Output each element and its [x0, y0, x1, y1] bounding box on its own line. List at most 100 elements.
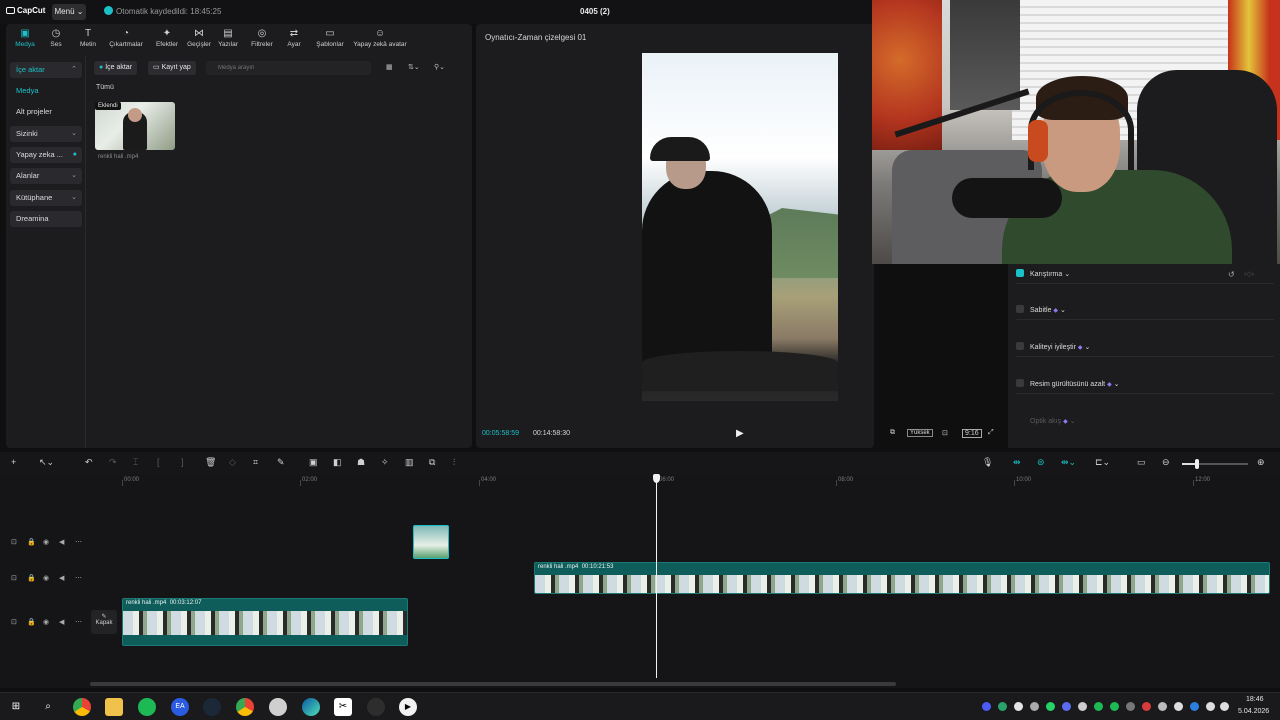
speaker-icon[interactable]: ◀: [59, 618, 64, 626]
more-icon[interactable]: ⋯: [75, 574, 82, 582]
tray-app-icon[interactable]: [1030, 702, 1039, 711]
checkbox[interactable]: [1016, 305, 1024, 313]
checkbox-checked[interactable]: [1016, 269, 1024, 277]
menu-button[interactable]: Menü ⌄: [52, 4, 86, 20]
sidebar-item-spaces[interactable]: Alanlar ⌄: [10, 168, 82, 184]
zoom-out-icon[interactable]: ⊖: [1162, 457, 1170, 468]
tab-media[interactable]: ▣ Medya: [10, 28, 40, 48]
prop-enhance-quality[interactable]: Kaliteyi iyileştir ◆ ⌄: [1016, 339, 1274, 357]
audio-wave-icon[interactable]: ⫶: [453, 457, 455, 468]
tab-transitions[interactable]: ⋈ Geçişler: [182, 28, 216, 48]
lock-icon[interactable]: 🔒: [27, 538, 36, 546]
tray-app-icon[interactable]: [998, 702, 1007, 711]
caption-icon[interactable]: ▭: [1137, 457, 1146, 468]
eye-icon[interactable]: ◉: [43, 618, 49, 626]
speed-icon[interactable]: ✎: [277, 457, 285, 468]
timeline-clip[interactable]: renkli hali .mp4 00:03:12:07: [122, 598, 408, 646]
playhead-handle[interactable]: [653, 474, 660, 483]
media-search-input[interactable]: [206, 61, 371, 75]
grid-view-icon[interactable]: ▦: [386, 63, 393, 71]
capcut-icon[interactable]: ✂: [334, 698, 352, 716]
chrome-alt-icon[interactable]: [269, 698, 287, 716]
steam-icon[interactable]: [203, 698, 221, 716]
filter-icon[interactable]: ⚲⌄: [434, 63, 445, 71]
eye-icon[interactable]: ◉: [43, 574, 49, 582]
sidebar-item-yours[interactable]: Sizinki ⌄: [10, 126, 82, 142]
spotify-icon[interactable]: [138, 698, 156, 716]
tab-templates[interactable]: ▭ Şablonlar: [310, 28, 350, 48]
zoom-in-icon[interactable]: ⊕: [1257, 457, 1265, 468]
sidebar-item-subprojects[interactable]: Alt projeler: [10, 104, 82, 120]
frame-icon[interactable]: ▥: [405, 457, 414, 468]
shield-icon[interactable]: ◇: [229, 457, 236, 468]
record-button[interactable]: ▭ Kayıt yap: [148, 61, 196, 75]
clock-date[interactable]: 5.04.2026: [1238, 708, 1269, 715]
chrome-icon[interactable]: [73, 698, 91, 716]
tab-ai-avatar[interactable]: ☺ Yapay zekâ avatar: [350, 28, 410, 48]
usb-icon[interactable]: [1174, 702, 1183, 711]
tab-filters[interactable]: ◎ Filtreler: [246, 28, 278, 48]
more-icon[interactable]: ⋯: [75, 618, 82, 626]
play-icon[interactable]: ▶: [736, 428, 746, 439]
tab-captions[interactable]: ▤ Yazılar: [214, 28, 242, 48]
windows-start-icon[interactable]: ⊞: [7, 698, 25, 716]
speaker-icon[interactable]: ◀: [59, 538, 64, 546]
tray-app-icon[interactable]: [1110, 702, 1119, 711]
chrome-profile-icon[interactable]: [236, 698, 254, 716]
fullscreen-icon[interactable]: ⤢: [988, 429, 994, 437]
delete-icon[interactable]: 🗑: [205, 457, 216, 468]
tray-app-icon[interactable]: [1078, 702, 1087, 711]
quality-button[interactable]: Yüksek: [907, 429, 933, 437]
split-right-icon[interactable]: ]: [181, 457, 184, 467]
media-player-icon[interactable]: ▶: [399, 698, 417, 716]
undo-icon[interactable]: ↶: [85, 457, 93, 468]
select-tool-icon[interactable]: ↖⌄: [39, 457, 54, 468]
edge-icon[interactable]: [302, 698, 320, 716]
sidebar-item-import[interactable]: İçe aktar ⌃: [10, 62, 82, 78]
clock-time[interactable]: 18:46: [1246, 696, 1264, 703]
tray-app-icon[interactable]: [982, 702, 991, 711]
mirror-icon[interactable]: ◧: [333, 457, 342, 468]
track-toggle-icon[interactable]: ⊡: [11, 538, 17, 546]
timeline-clip[interactable]: renkli hali .mp4 00:10:21:53: [534, 562, 1270, 594]
whatsapp-icon[interactable]: [1046, 702, 1055, 711]
cover-button[interactable]: ✎ Kapak: [91, 610, 117, 634]
more-icon[interactable]: ⋯: [75, 538, 82, 546]
network-icon[interactable]: [1206, 702, 1215, 711]
timeline-clip-small[interactable]: [413, 525, 449, 559]
lock-icon[interactable]: 🔒: [27, 574, 36, 582]
checkbox[interactable]: [1016, 342, 1024, 350]
lock-icon[interactable]: 🔒: [27, 618, 36, 626]
search-icon[interactable]: ⌕: [39, 698, 57, 716]
freeze-icon[interactable]: ▣: [309, 457, 318, 468]
sidebar-item-library[interactable]: Kütüphane ⌄: [10, 190, 82, 206]
snap-icon[interactable]: ⇹⌄: [1061, 457, 1076, 468]
export-frame-icon[interactable]: ⧉: [429, 457, 435, 468]
obs-icon[interactable]: [367, 698, 385, 716]
prop-reduce-noise[interactable]: Resim gürültüsünü azalt ◆ ⌄: [1016, 376, 1274, 394]
prop-blend[interactable]: Karıştırma ⌄: [1016, 266, 1274, 284]
import-button[interactable]: ● İçe aktar: [94, 61, 138, 75]
preview-axis-icon[interactable]: ⊏⌄: [1095, 457, 1110, 468]
crop-icon[interactable]: ⌗: [253, 457, 258, 468]
sidebar-item-dreamina[interactable]: Dreamina: [10, 211, 82, 227]
speaker-icon[interactable]: ◀: [59, 574, 64, 582]
timeline-area[interactable]: 00:00 02:00 04:00 06:00 08:00 10:00 12:0…: [0, 474, 1280, 688]
ratio-button[interactable]: 9:16: [962, 429, 982, 438]
zoom-slider-handle[interactable]: [1195, 459, 1199, 469]
ea-icon[interactable]: EA: [171, 698, 189, 716]
volume-icon[interactable]: [1220, 702, 1229, 711]
screenshot-icon[interactable]: ⊡: [942, 429, 948, 437]
tab-audio[interactable]: ◷ Ses: [42, 28, 70, 48]
video-preview[interactable]: [642, 53, 838, 401]
playhead[interactable]: [656, 474, 657, 678]
magic-wand-icon[interactable]: ✧: [381, 457, 389, 468]
sidebar-item-ai[interactable]: Yapay zeka ... ●: [10, 147, 82, 163]
split-left-icon[interactable]: [: [157, 457, 160, 467]
link-clips-icon[interactable]: ⇹: [1013, 457, 1021, 468]
file-explorer-icon[interactable]: [105, 698, 123, 716]
prop-stabilize[interactable]: Sabitle ◆ ⌄: [1016, 302, 1274, 320]
ai-cutout-icon[interactable]: ☗: [357, 457, 365, 468]
trim-icon[interactable]: ⧉: [890, 429, 895, 437]
tab-stickers[interactable]: ◔ Çıkartmalar: [106, 28, 146, 48]
